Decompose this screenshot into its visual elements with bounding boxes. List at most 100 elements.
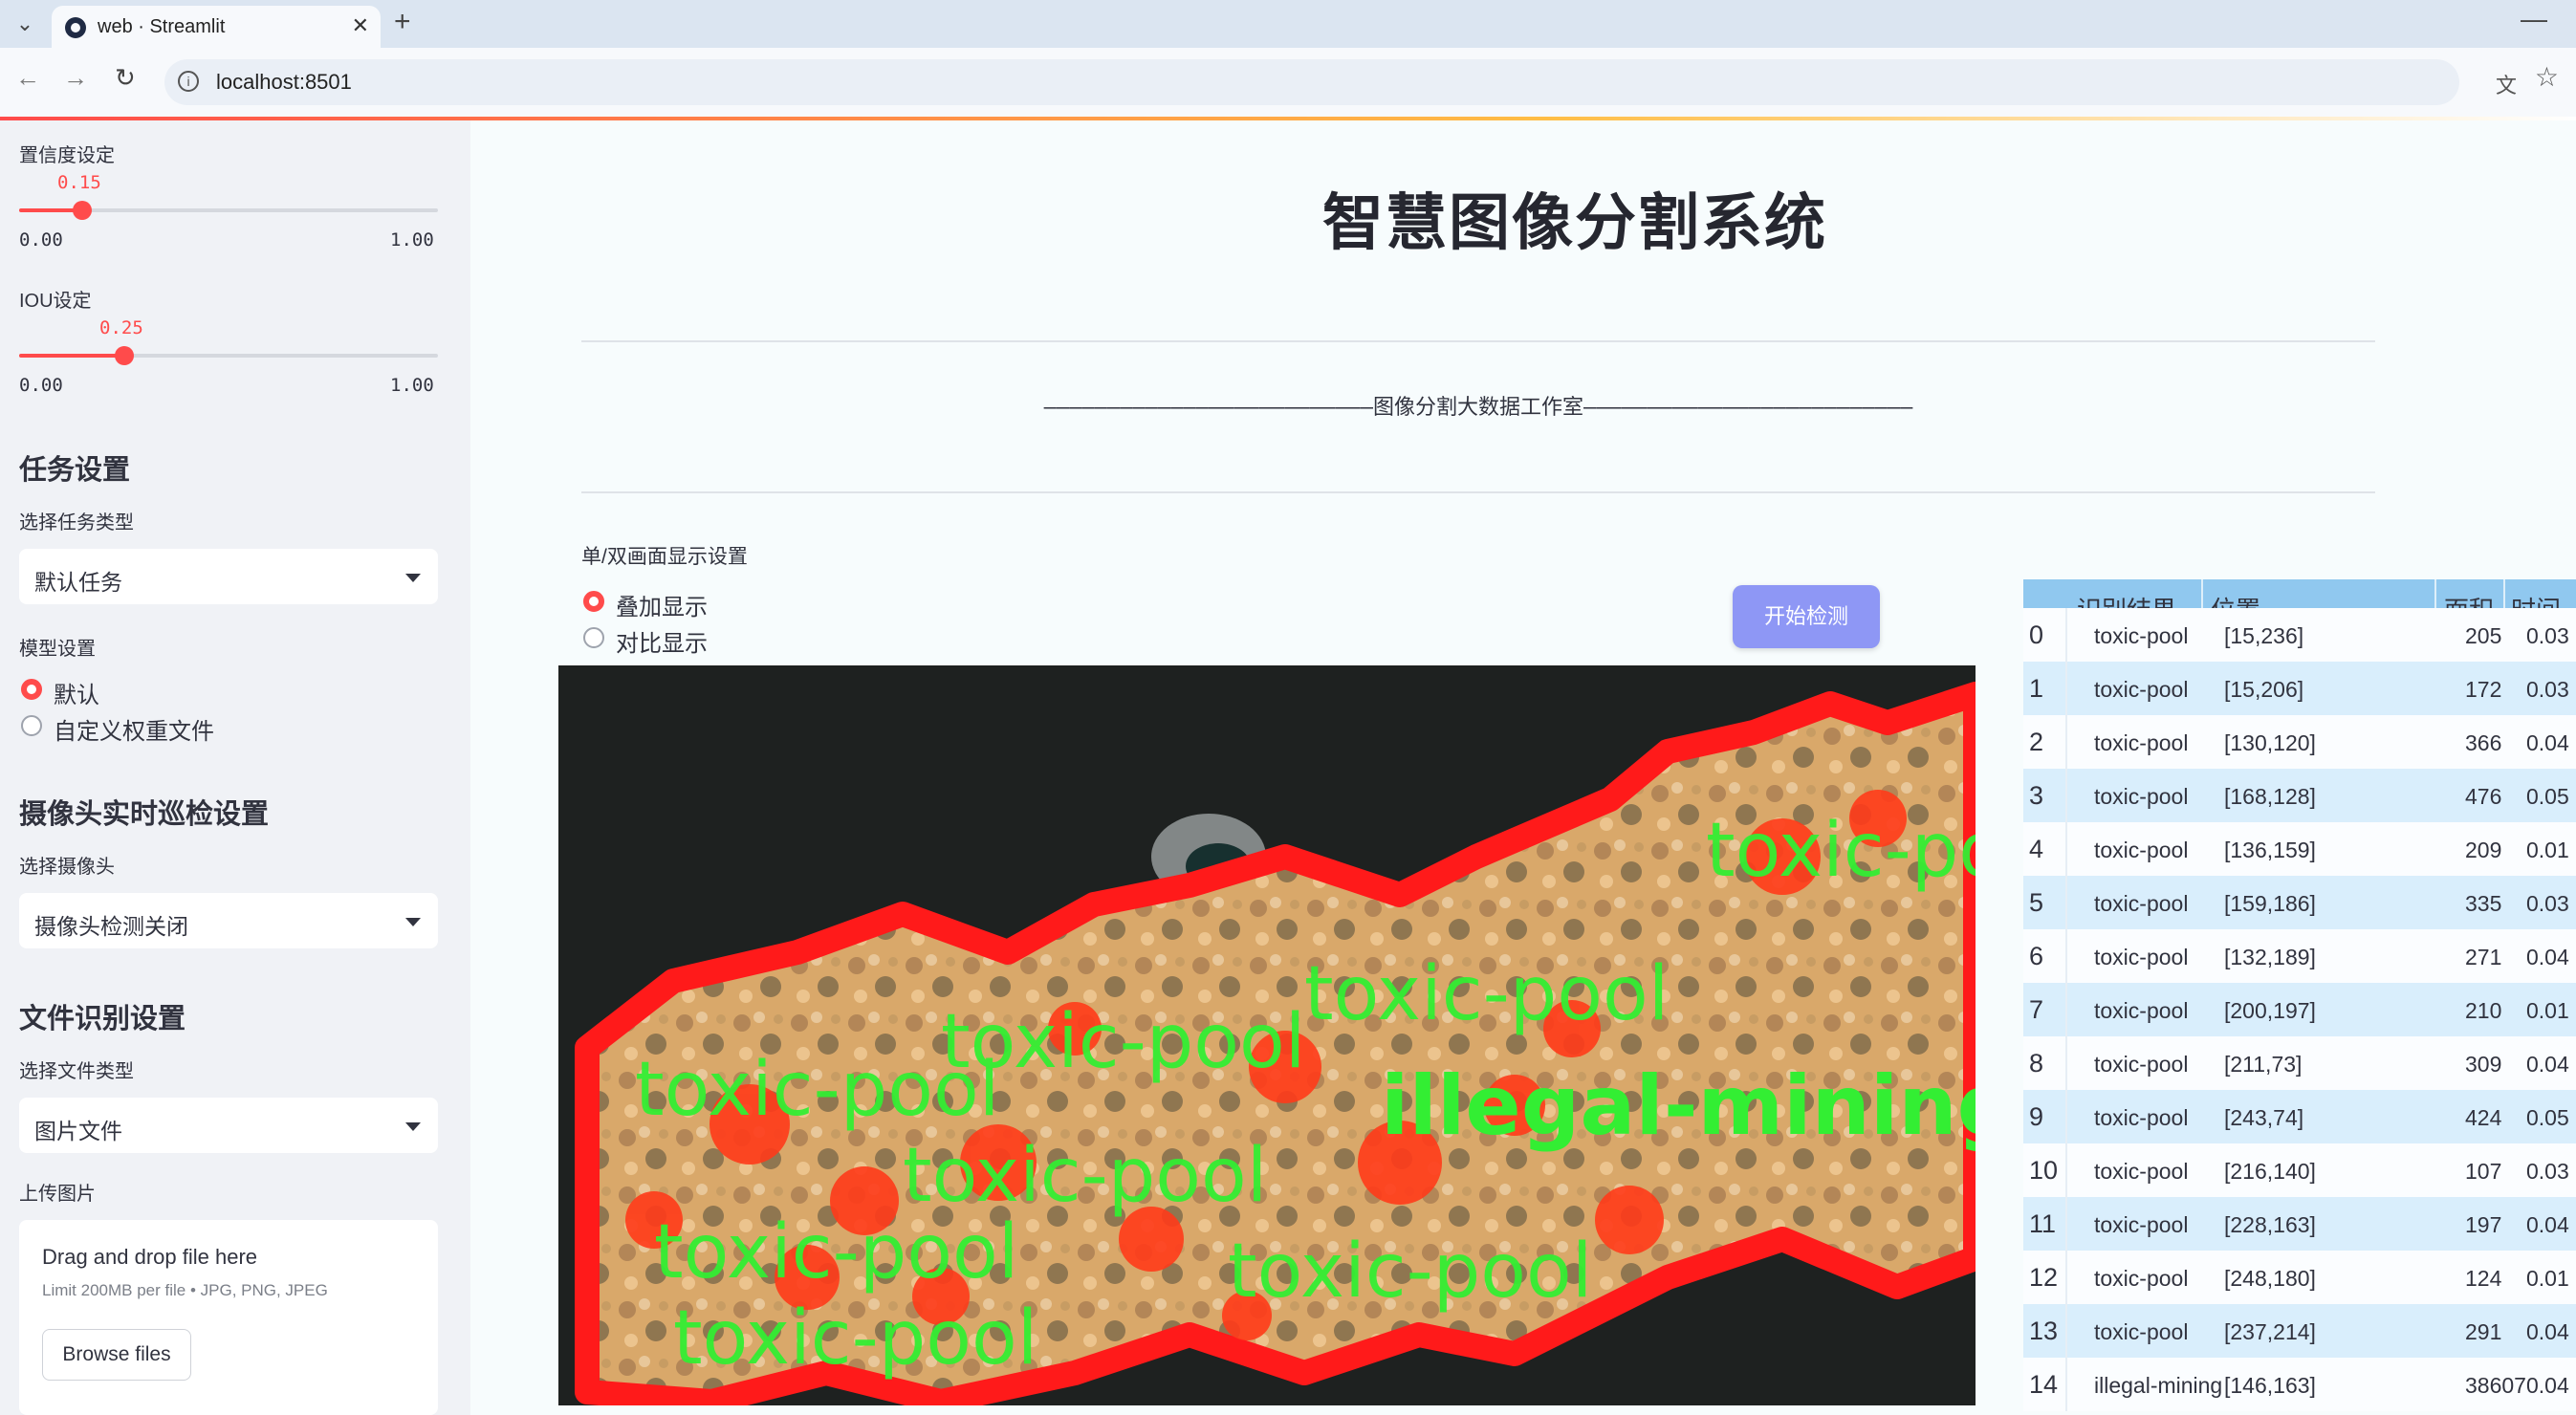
cell-area: 124: [2465, 1266, 2502, 1291]
table-row[interactable]: 0 toxic-pool [15,236] 205 0.03: [2023, 608, 2576, 662]
cell-time: 0.01: [2526, 838, 2569, 862]
cell-result: toxic-pool: [2094, 1319, 2189, 1344]
browser-tab[interactable]: web · Streamlit ✕: [52, 6, 381, 48]
table-row[interactable]: 8 toxic-pool [211,73] 309 0.04: [2023, 1036, 2576, 1090]
divider: [581, 491, 2375, 493]
cell-result: toxic-pool: [2094, 838, 2189, 862]
cell-position: [216,140]: [2224, 1159, 2316, 1184]
upload-limit: Limit 200MB per file • JPG, PNG, JPEG: [42, 1281, 328, 1299]
file-type-select[interactable]: 图片文件: [19, 1098, 438, 1153]
overlay-label-illegal-mining: illegal-mining: [1381, 1058, 1976, 1154]
cell-position: [243,74]: [2224, 1105, 2304, 1130]
row-index: 4: [2023, 822, 2067, 876]
studio-banner: ——————————————————————————图像分割大数据工作室————…: [1043, 396, 1913, 420]
table-row[interactable]: 14 illegal-mining [146,163] 38607 0.04: [2023, 1358, 2576, 1411]
main-content: 智慧图像分割系统 ——————————————————————————图像分割大…: [470, 120, 2576, 1415]
cell-position: [237,214]: [2224, 1319, 2316, 1344]
row-index: 10: [2023, 1143, 2067, 1197]
start-detection-button[interactable]: 开始检测: [1733, 585, 1880, 648]
upload-label: 上传图片: [19, 1184, 96, 1205]
tab-search-chevron-icon[interactable]: ⌄: [10, 8, 40, 40]
cell-time: 0.05: [2526, 1105, 2569, 1130]
cell-position: [146,163]: [2224, 1373, 2316, 1398]
overlay-label-toxic-pool: toxic-pool: [673, 1295, 1037, 1382]
segmentation-result-image: toxic-pool toxic-pool toxic-pool toxic-p…: [558, 665, 1976, 1405]
bookmark-star-icon[interactable]: ☆: [2535, 61, 2559, 93]
cell-area: 38607: [2465, 1373, 2526, 1398]
cell-position: [132,189]: [2224, 945, 2316, 969]
cell-area: 335: [2465, 891, 2502, 916]
reload-icon[interactable]: ↻: [115, 63, 136, 93]
cell-result: illegal-mining: [2094, 1373, 2223, 1398]
table-row[interactable]: 10 toxic-pool [216,140] 107 0.03: [2023, 1143, 2576, 1197]
model-settings-label: 模型设置: [19, 639, 96, 660]
table-row[interactable]: 6 toxic-pool [132,189] 271 0.04: [2023, 929, 2576, 983]
iou-slider-fill: [19, 354, 124, 358]
cell-time: 0.03: [2526, 623, 2569, 648]
browser-toolbar: ← → ↻ i localhost:8501 ⽂ ☆: [0, 48, 2576, 117]
table-row[interactable]: 11 toxic-pool [228,163] 197 0.04: [2023, 1197, 2576, 1251]
address-bar[interactable]: i localhost:8501: [164, 59, 2459, 105]
camera-select-label: 选择摄像头: [19, 857, 115, 878]
radio-unselected-icon[interactable]: [21, 715, 42, 736]
row-index: 14: [2023, 1358, 2067, 1411]
confidence-value: 0.15: [57, 172, 101, 193]
row-index: 11: [2023, 1197, 2067, 1251]
translate-icon[interactable]: ⽂: [2496, 69, 2517, 99]
table-row[interactable]: 2 toxic-pool [130,120] 366 0.04: [2023, 715, 2576, 769]
cell-position: [211,73]: [2224, 1052, 2303, 1077]
radio-selected-icon[interactable]: [21, 679, 42, 700]
table-row[interactable]: 5 toxic-pool [159,186] 335 0.03: [2023, 876, 2576, 929]
row-index: 12: [2023, 1251, 2067, 1304]
results-table[interactable]: 识别结果 位置 面积 时间 0toxic-pool[15,236]2050.03…: [2023, 579, 2576, 1415]
cell-result: toxic-pool: [2094, 1159, 2189, 1184]
minimize-icon[interactable]: —: [2521, 4, 2547, 34]
cell-time: 0.04: [2526, 945, 2569, 969]
task-type-select[interactable]: 默认任务: [19, 549, 438, 604]
overlay-label-toxic-pool: toxic-pool: [1706, 808, 1976, 894]
iou-slider[interactable]: [19, 346, 438, 365]
table-row[interactable]: 9 toxic-pool [243,74] 424 0.05: [2023, 1090, 2576, 1143]
radio-unselected-icon[interactable]: [583, 627, 604, 648]
back-arrow-icon[interactable]: ←: [15, 63, 40, 93]
cell-area: 172: [2465, 677, 2502, 702]
table-row[interactable]: 13 toxic-pool [237,214] 291 0.04: [2023, 1304, 2576, 1358]
file-uploader-dropzone[interactable]: Drag and drop file here Limit 200MB per …: [19, 1220, 438, 1415]
overlay-label-toxic-pool: toxic-pool: [1304, 951, 1669, 1037]
display-mode-label: 单/双画面显示设置: [581, 546, 748, 568]
task-type-value: 默认任务: [34, 570, 122, 595]
site-info-icon[interactable]: i: [178, 71, 199, 92]
camera-select-value: 摄像头检测关闭: [34, 914, 188, 939]
cell-result: toxic-pool: [2094, 891, 2189, 916]
table-row[interactable]: 3 toxic-pool [168,128] 476 0.05: [2023, 769, 2576, 822]
cell-time: 0.04: [2526, 730, 2569, 755]
close-icon[interactable]: ✕: [352, 13, 369, 38]
table-row[interactable]: 1 toxic-pool [15,206] 172 0.03: [2023, 662, 2576, 715]
file-settings-heading: 文件识别设置: [19, 1004, 186, 1034]
confidence-slider[interactable]: [19, 201, 438, 220]
overlay-label-toxic-pool: toxic-pool: [654, 1209, 1018, 1295]
browse-files-button[interactable]: Browse files: [42, 1329, 191, 1381]
camera-select[interactable]: 摄像头检测关闭: [19, 893, 438, 948]
row-index: 6: [2023, 929, 2067, 983]
cell-area: 197: [2465, 1212, 2502, 1237]
divider: [581, 340, 2375, 342]
table-row[interactable]: 7 toxic-pool [200,197] 210 0.01: [2023, 983, 2576, 1036]
sidebar: 置信度设定 0.15 0.00 1.00 IOU设定 0.25 0.00 1.0…: [0, 120, 470, 1415]
chevron-down-icon: [405, 574, 421, 582]
cell-area: 107: [2465, 1159, 2502, 1184]
file-type-label: 选择文件类型: [19, 1061, 134, 1082]
cell-time: 0.01: [2526, 998, 2569, 1023]
plus-icon[interactable]: +: [394, 6, 411, 38]
cell-time: 0.03: [2526, 677, 2569, 702]
table-row[interactable]: 12 toxic-pool [248,180] 124 0.01: [2023, 1251, 2576, 1304]
iou-slider-thumb[interactable]: [114, 346, 134, 365]
forward-arrow-icon[interactable]: →: [63, 63, 88, 93]
row-index: 1: [2023, 662, 2067, 715]
url-text[interactable]: localhost:8501: [216, 70, 352, 95]
row-index: 13: [2023, 1304, 2067, 1358]
radio-selected-icon[interactable]: [583, 591, 604, 612]
confidence-slider-thumb[interactable]: [72, 201, 92, 220]
overlay-label-toxic-pool: toxic-pool: [941, 999, 1305, 1085]
table-row[interactable]: 4 toxic-pool [136,159] 209 0.01: [2023, 822, 2576, 876]
